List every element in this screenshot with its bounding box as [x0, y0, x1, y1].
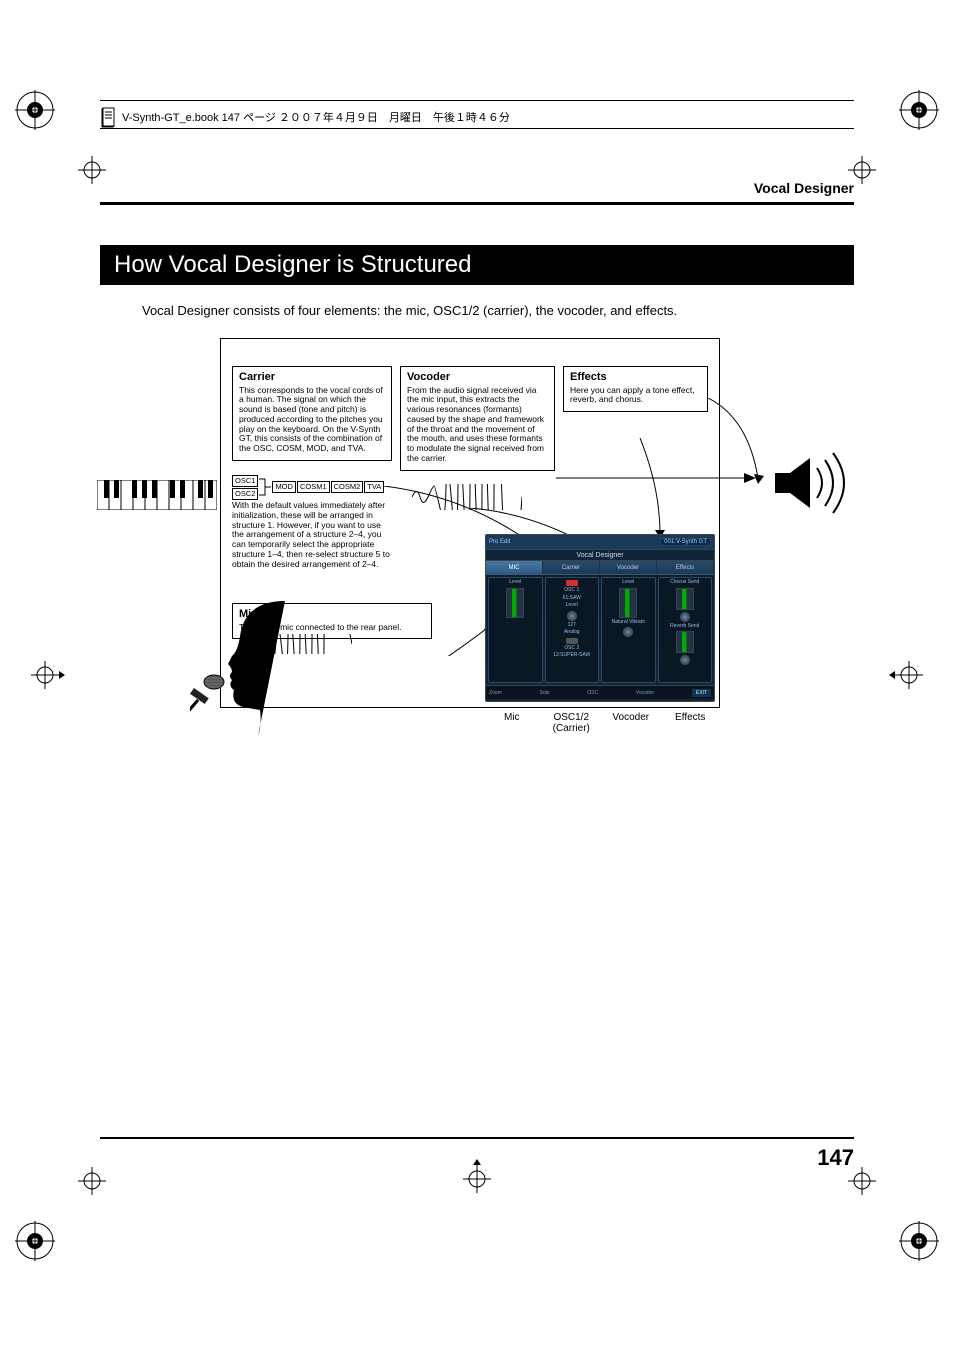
- chip-osc1: OSC1: [232, 475, 258, 487]
- screen-labels: Mic OSC1/2 (Carrier) Vocoder Effects: [482, 712, 720, 734]
- header-filename: V-Synth-GT_e.book 147 ページ ２００７年４月９日 月曜日 …: [122, 109, 510, 125]
- label-carrier: OSC1/2 (Carrier): [542, 712, 602, 734]
- crop-mark-icon: [889, 655, 929, 695]
- chip-cosm1: COSM1: [297, 481, 330, 493]
- crop-mark-icon: [25, 655, 65, 695]
- keyboard-icon: [97, 480, 217, 510]
- register-mark-icon: [15, 90, 55, 130]
- structure-diagram: Carrier This corresponds to the vocal co…: [220, 338, 840, 758]
- screen-tab-effects: Effects: [657, 561, 714, 574]
- screen-slot-vocoder: Level Natural Vibrato: [601, 577, 656, 683]
- register-mark-icon: [15, 1221, 55, 1261]
- vocoder-box: Vocoder From the audio signal received v…: [400, 366, 555, 471]
- screen-subtitle: Vocal Designer: [486, 549, 714, 561]
- page-content: Vocal Designer How Vocal Designer is Str…: [100, 180, 854, 1171]
- running-head: Vocal Designer: [100, 180, 854, 196]
- screen-slot-carrier: OSC 1 61:SAW Level 127 Analog OSC 2 12:S…: [545, 577, 600, 683]
- carrier-title: Carrier: [239, 371, 385, 384]
- book-icon: [100, 106, 118, 128]
- effects-title: Effects: [570, 371, 701, 384]
- register-mark-icon: [899, 1221, 939, 1261]
- screen-slot-mic: Level: [488, 577, 543, 683]
- effects-body: Here you can apply a tone effect, reverb…: [570, 386, 701, 406]
- register-mark-icon: [899, 90, 939, 130]
- label-mic: Mic: [482, 712, 542, 734]
- ui-screenshot: Pro Edit 001:V-Synth GT Vocal Designer M…: [485, 534, 715, 702]
- face-profile-icon: [190, 596, 300, 736]
- footer-rule: [100, 1137, 854, 1139]
- carrier-box: Carrier This corresponds to the vocal co…: [232, 366, 392, 461]
- arrow-icon: [630, 438, 670, 538]
- screen-tab-mic: MIC: [486, 561, 543, 574]
- osc-note: With the default values immediately afte…: [232, 501, 392, 569]
- bracket-icon: [259, 475, 271, 499]
- label-effects: Effects: [661, 712, 721, 734]
- screen-tab-vocoder: Vocoder: [600, 561, 657, 574]
- effects-box: Effects Here you can apply a tone effect…: [563, 366, 708, 412]
- chip-cosm2: COSM2: [331, 481, 364, 493]
- osc-chip-row: OSC1 OSC2 MOD COSM1 COSM2 TVA: [232, 475, 384, 500]
- header-rule: [100, 100, 854, 101]
- vocoder-body: From the audio signal received via the m…: [407, 386, 548, 464]
- screen-top-left: Pro Edit: [489, 539, 510, 545]
- chip-tva: TVA: [364, 481, 384, 493]
- page-number: 147: [817, 1145, 854, 1171]
- intro-paragraph: Vocal Designer consists of four elements…: [142, 303, 844, 318]
- screen-tab-carrier: Carrier: [543, 561, 600, 574]
- chip-osc2: OSC2: [232, 488, 258, 500]
- label-vocoder: Vocoder: [601, 712, 661, 734]
- chip-mod: MOD: [272, 481, 296, 493]
- section-title: How Vocal Designer is Structured: [100, 245, 854, 285]
- head-rule: [100, 202, 854, 205]
- screen-slot-effects: Chorus Send Reverb Send: [658, 577, 713, 683]
- carrier-body: This corresponds to the vocal cords of a…: [239, 386, 385, 454]
- vocoder-title: Vocoder: [407, 371, 548, 384]
- screen-tabs: MIC Carrier Vocoder Effects: [486, 561, 714, 575]
- speaker-icon: [765, 448, 855, 518]
- header-strip: V-Synth-GT_e.book 147 ページ ２００７年４月９日 月曜日 …: [100, 106, 854, 128]
- screen-top-right: 001:V-Synth GT: [660, 538, 711, 546]
- header-rule: [100, 128, 854, 129]
